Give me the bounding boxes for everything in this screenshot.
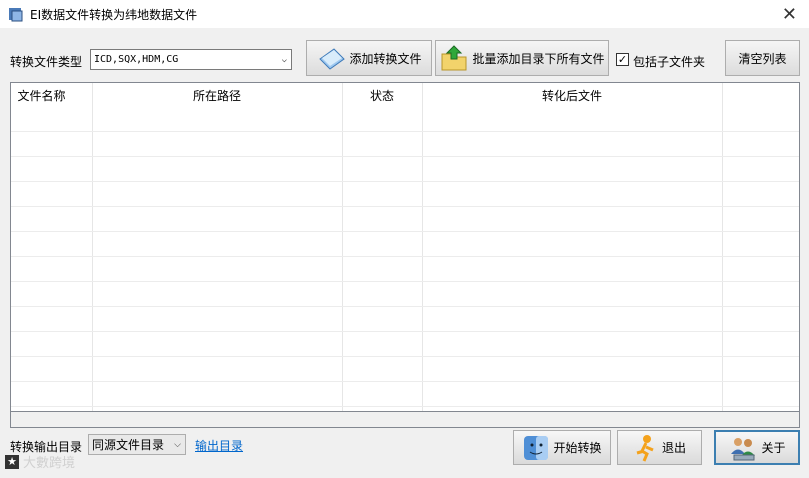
clear-list-button[interactable]: 清空列表: [725, 40, 800, 76]
app-icon: [8, 6, 24, 22]
clear-list-label: 清空列表: [738, 51, 787, 66]
about-button[interactable]: 关于: [714, 430, 800, 465]
output-dir-select[interactable]: 同源文件目录 ⌵: [88, 434, 186, 455]
mac-finder-icon: [522, 434, 550, 462]
chevron-down-icon[interactable]: ⌵: [174, 435, 181, 455]
exit-button[interactable]: 退出: [617, 430, 702, 465]
exit-label: 退出: [661, 441, 686, 455]
type-combo-value: ICD,SQX,HDM,CG: [94, 54, 179, 65]
include-subfolders-checkbox[interactable]: ✓: [616, 53, 629, 66]
batch-add-label: 批量添加目录下所有文件: [472, 51, 605, 66]
start-convert-button[interactable]: 开始转换: [513, 430, 611, 465]
chevron-down-icon[interactable]: ⌵: [282, 50, 287, 70]
star-icon: ★: [5, 454, 19, 469]
users-icon: [728, 434, 758, 462]
title-bar: EI数据文件转换为纬地数据文件 ✕: [0, 0, 809, 28]
window-title: EI数据文件转换为纬地数据文件: [30, 7, 198, 22]
column-header-name[interactable]: 文件名称: [11, 83, 72, 109]
column-header-path[interactable]: 所在路径: [92, 83, 342, 109]
close-button[interactable]: ✕: [782, 4, 797, 25]
horizontal-scrollbar[interactable]: [10, 412, 800, 428]
start-convert-label: 开始转换: [553, 441, 602, 455]
type-combo[interactable]: ICD,SQX,HDM,CG ⌵: [90, 49, 292, 70]
folder-arrow-icon: [439, 44, 469, 72]
column-header-status[interactable]: 状态: [342, 83, 422, 109]
running-man-icon: [633, 434, 659, 462]
watermark: ★ 大數跨境: [5, 452, 75, 471]
file-list-table[interactable]: 文件名称 所在路径 状态 转化后文件: [10, 82, 800, 412]
output-dir-link[interactable]: 输出目录: [195, 437, 243, 454]
output-dir-select-value: 同源文件目录: [92, 438, 165, 452]
batch-add-button[interactable]: 批量添加目录下所有文件: [435, 40, 609, 76]
add-file-label: 添加转换文件: [349, 51, 422, 66]
table-header: 文件名称 所在路径 状态 转化后文件: [11, 83, 799, 109]
add-file-button[interactable]: 添加转换文件: [306, 40, 432, 76]
watermark-text: 大數跨境: [23, 456, 76, 471]
about-label: 关于: [761, 441, 786, 455]
type-label: 转换文件类型: [10, 55, 83, 69]
document-icon: [316, 45, 346, 71]
include-subfolders-label: 包括子文件夹: [633, 55, 706, 69]
column-header-output[interactable]: 转化后文件: [422, 83, 722, 109]
